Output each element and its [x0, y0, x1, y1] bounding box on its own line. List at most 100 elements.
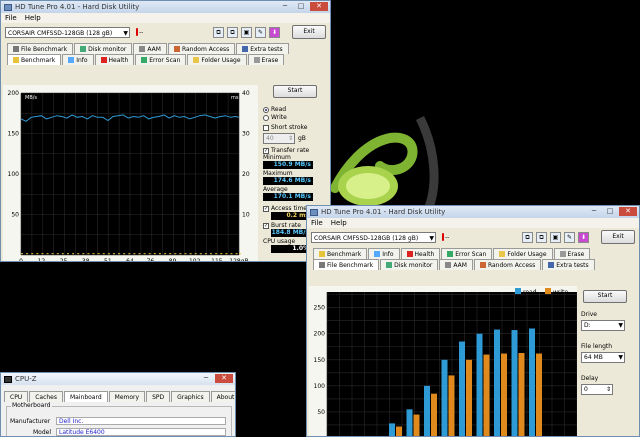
- erase-icon: [253, 57, 260, 63]
- close-button[interactable]: ✕: [310, 2, 328, 11]
- y-tick-label: 250: [314, 305, 326, 312]
- cpuz-titlebar[interactable]: CPU-Z ─ ✕: [1, 373, 235, 385]
- tab-benchmark[interactable]: Benchmark: [7, 54, 62, 65]
- cpuz-minimize-button[interactable]: ─: [199, 374, 213, 383]
- transfer-rate-option[interactable]: ✓ Transfer rate: [263, 147, 329, 154]
- menu-help[interactable]: Help: [331, 219, 347, 227]
- delay-value: 0: [584, 386, 588, 393]
- exit-button[interactable]: Exit: [601, 230, 635, 244]
- speaker-icon: [445, 262, 452, 268]
- short-stroke-checkbox[interactable]: [263, 124, 269, 131]
- cpuz-tab-graphics[interactable]: Graphics: [171, 391, 210, 402]
- burst-rate-checkbox[interactable]: ✓: [263, 222, 269, 229]
- tab-label: Extra tests: [250, 45, 283, 53]
- window-titlebar[interactable]: HD Tune Pro 4.01 - Hard Disk Utility ─ □…: [1, 1, 330, 13]
- stroke-size-input[interactable]: 40 ⇕: [263, 133, 295, 144]
- x-tick-label: 64: [126, 258, 134, 261]
- tab-random-access[interactable]: Random Access: [167, 43, 236, 54]
- access-time-point: [184, 253, 187, 255]
- tab-extra-tests[interactable]: Extra tests: [236, 43, 289, 54]
- access-time-point: [61, 253, 64, 255]
- save-icon[interactable]: ▣: [241, 26, 252, 38]
- menu-help[interactable]: Help: [25, 14, 41, 22]
- download-icon[interactable]: ⬇: [578, 231, 589, 243]
- cpuz-tab-mainboard[interactable]: Mainboard: [64, 391, 108, 402]
- minimum-value: 150.9 MB/s: [263, 161, 313, 169]
- cpuz-window[interactable]: CPU-Z ─ ✕ CPU Caches Mainboard Memory SPD Gra…: [0, 372, 236, 437]
- copy-info-icon[interactable]: ⧉: [536, 231, 547, 243]
- tab-label: Error Scan: [149, 56, 181, 64]
- maximize-button[interactable]: □: [294, 2, 308, 11]
- tab-extra-tests[interactable]: Extra tests: [542, 259, 595, 270]
- legend-read-label: read: [523, 289, 537, 296]
- tab-random-access[interactable]: Random Access: [473, 259, 542, 270]
- tab-disk-monitor[interactable]: Disk monitor: [380, 259, 439, 270]
- cpuz-tab-memory[interactable]: Memory: [108, 391, 146, 402]
- model-label: Model: [33, 429, 52, 436]
- tab-benchmark[interactable]: Benchmark: [313, 248, 368, 259]
- tab-aam[interactable]: AAM: [133, 43, 167, 54]
- copy-info-icon[interactable]: ⧉: [227, 26, 238, 38]
- cpuz-title: CPU-Z: [15, 375, 37, 383]
- read-radio[interactable]: [263, 106, 269, 113]
- tab-erase[interactable]: Erase: [553, 248, 591, 259]
- access-time-point: [92, 253, 95, 255]
- minimize-button[interactable]: ─: [587, 207, 601, 216]
- read-option[interactable]: Read: [263, 106, 329, 113]
- transfer-rate-checkbox[interactable]: ✓: [263, 147, 269, 154]
- window-titlebar[interactable]: HD Tune Pro 4.01 - Hard Disk Utility ─ □…: [307, 206, 639, 218]
- y2-tick-label: 20: [242, 171, 250, 178]
- tab-folder-usage[interactable]: Folder Usage: [187, 54, 247, 65]
- maximize-button[interactable]: □: [603, 207, 617, 216]
- menu-file[interactable]: File: [5, 14, 17, 22]
- health-cross-icon: [406, 251, 413, 257]
- cpuz-tab-about[interactable]: About: [210, 391, 235, 402]
- thermometer-icon: [136, 28, 138, 36]
- cpuz-tab-spd[interactable]: SPD: [146, 391, 171, 402]
- tab-file-benchmark[interactable]: File Benchmark: [7, 43, 74, 54]
- random-icon: [173, 46, 180, 52]
- delay-input[interactable]: 0 ⇕: [581, 384, 613, 395]
- close-button[interactable]: ✕: [619, 207, 637, 216]
- tab-info[interactable]: Info: [62, 54, 94, 65]
- minimize-button[interactable]: ─: [278, 2, 292, 11]
- exit-button[interactable]: Exit: [292, 25, 326, 39]
- tab-folder-usage[interactable]: Folder Usage: [493, 248, 553, 259]
- hdtune-file-benchmark-window[interactable]: HD Tune Pro 4.01 - Hard Disk Utility ─ □…: [306, 205, 640, 437]
- copy-icon[interactable]: ⧉: [213, 26, 224, 38]
- access-time-point: [112, 253, 115, 255]
- tab-label: Erase: [261, 56, 279, 64]
- tab-file-benchmark[interactable]: File Benchmark: [313, 259, 380, 270]
- tab-erase[interactable]: Erase: [247, 54, 285, 65]
- drive-dropdown[interactable]: CORSAIR CMFSSD-128GB (128 gB) ▼: [311, 231, 436, 243]
- tab-error-scan[interactable]: Error Scan: [441, 248, 493, 259]
- hdtune-benchmark-window[interactable]: HD Tune Pro 4.01 - Hard Disk Utility ─ □…: [0, 0, 331, 262]
- cpuz-tab-caches[interactable]: Caches: [29, 391, 63, 402]
- menu-file[interactable]: File: [311, 219, 323, 227]
- save-icon[interactable]: ▣: [550, 231, 561, 243]
- write-radio[interactable]: [263, 114, 269, 121]
- copy-icon[interactable]: ⧉: [522, 231, 533, 243]
- tab-error-scan[interactable]: Error Scan: [135, 54, 187, 65]
- tab-label: Benchmark: [21, 56, 56, 64]
- drive-label: Drive: [581, 311, 597, 318]
- stroke-size-value: 40: [266, 135, 274, 142]
- write-option[interactable]: Write: [263, 114, 329, 121]
- options-icon[interactable]: ✎: [564, 231, 575, 243]
- short-stroke-option[interactable]: Short stroke: [263, 124, 329, 131]
- drive-letter-select[interactable]: D: ▼: [581, 320, 625, 331]
- access-time-checkbox[interactable]: ✓: [263, 205, 269, 212]
- tab-disk-monitor[interactable]: Disk monitor: [74, 43, 133, 54]
- start-button[interactable]: Start: [583, 290, 627, 303]
- tab-health[interactable]: Health: [400, 248, 441, 259]
- start-button[interactable]: Start: [273, 85, 317, 98]
- tab-aam[interactable]: AAM: [439, 259, 473, 270]
- tab-info[interactable]: Info: [368, 248, 400, 259]
- file-length-select[interactable]: 64 MB ▼: [581, 352, 625, 363]
- tab-health[interactable]: Health: [94, 54, 135, 65]
- options-icon[interactable]: ✎: [255, 26, 266, 38]
- cpuz-tab-cpu[interactable]: CPU: [4, 391, 29, 402]
- download-icon[interactable]: ⬇: [269, 26, 280, 38]
- cpuz-close-button[interactable]: ✕: [215, 374, 233, 383]
- drive-dropdown[interactable]: CORSAIR CMFSSD-128GB (128 gB) ▼: [5, 26, 130, 38]
